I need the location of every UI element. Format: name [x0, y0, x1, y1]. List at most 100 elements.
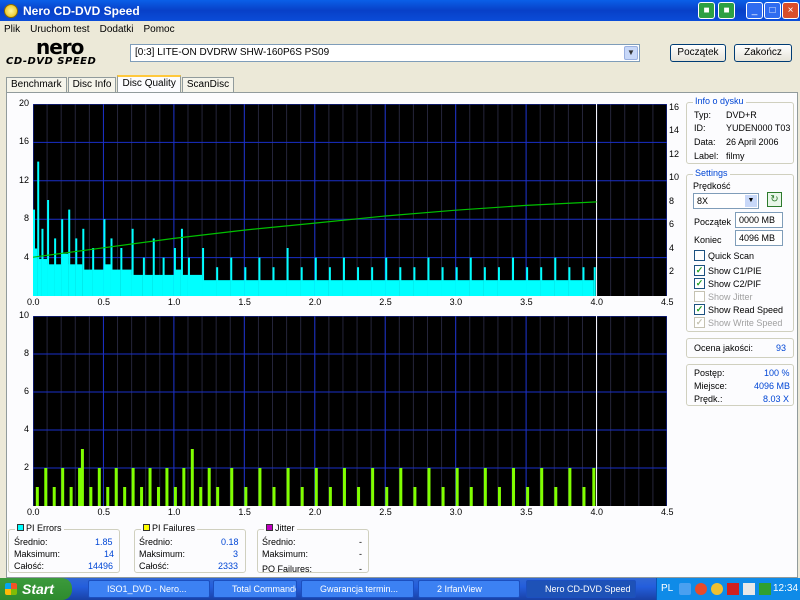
x-tick-label: 2.5: [379, 297, 392, 307]
start-label: Start: [22, 581, 54, 597]
show-c2-label: Show C2/PIF: [708, 278, 762, 289]
pif-max-value: 3: [233, 549, 239, 559]
pie-bar: [180, 228, 183, 296]
pie-bar: [202, 248, 205, 296]
x-tick-label: 1.5: [238, 297, 251, 307]
pif-bar: [427, 468, 431, 506]
pif-bar: [286, 468, 290, 506]
tab-disc-quality[interactable]: Disc Quality: [117, 75, 181, 92]
pie-bar: [371, 267, 374, 296]
show-jitter-label: Show Jitter: [708, 291, 753, 302]
speed-select[interactable]: 8X ▼: [693, 193, 759, 209]
task-irfanview[interactable]: 2 IrfanView: [418, 580, 520, 598]
pie-bar: [483, 267, 486, 296]
pif-bar: [342, 468, 346, 506]
show-c2-checkbox[interactable]: ✓ Show C2/PIF: [694, 278, 761, 289]
nero-logo: nero CD-DVD SPEED: [6, 35, 124, 70]
pie-bar: [314, 257, 317, 296]
pie-fill: [286, 280, 301, 296]
x-tick-label: 0.0: [27, 297, 40, 307]
x-tick-label: 4.0: [590, 507, 604, 517]
pie-bar: [455, 267, 458, 296]
settings-title: Settings: [693, 168, 730, 178]
pie-fill: [272, 280, 287, 296]
jitter-max-value: -: [359, 549, 362, 559]
show-c1-checkbox[interactable]: ✓ Show C1/PIE: [694, 265, 762, 276]
menu-item-plik[interactable]: Plik: [4, 24, 20, 35]
menu-item-pomoc[interactable]: Pomoc: [144, 24, 175, 35]
drive-select[interactable]: [0:3] LITE-ON DVDRW SHW-160P6S PS09 ▼: [130, 44, 640, 62]
tab-benchmark[interactable]: Benchmark: [6, 77, 67, 92]
pif-bar: [526, 487, 530, 506]
maximize-button[interactable]: □: [764, 2, 781, 19]
task-gwarancja[interactable]: Gwarancja termin...: [301, 580, 414, 598]
app-icon: [4, 3, 18, 18]
end-button[interactable]: Zakończ: [734, 44, 792, 62]
start-button-taskbar[interactable]: Start: [0, 578, 72, 600]
pif-bar: [441, 487, 445, 506]
pie-bar: [593, 267, 596, 296]
x-tick-label: 3.0: [449, 297, 463, 307]
chevron-down-icon[interactable]: ▼: [745, 195, 757, 207]
clock[interactable]: 12:34: [773, 583, 798, 594]
speed-readout-label: Prędk.:: [694, 394, 723, 404]
extra-icon-1[interactable]: ■: [698, 2, 715, 19]
range-end-input[interactable]: 4096 MB: [735, 230, 783, 246]
type-value: DVD+R: [726, 110, 757, 120]
pie-bar: [41, 228, 44, 296]
x-tick-label: 0.5: [97, 507, 110, 517]
pif-bar: [244, 487, 248, 506]
chevron-down-icon[interactable]: ▼: [624, 46, 638, 60]
menu-item-dodatki[interactable]: Dodatki: [100, 24, 134, 35]
pie-bar: [582, 267, 585, 296]
pif-bar: [592, 468, 596, 506]
tray-icon-6[interactable]: [759, 583, 771, 595]
quick-scan-checkbox[interactable]: Quick Scan: [694, 250, 754, 261]
drive-value: [0:3] LITE-ON DVDRW SHW-160P6S PS09: [135, 47, 330, 58]
pie-bar: [497, 267, 500, 296]
task-nero-cd-dvd-speed[interactable]: Nero CD-DVD Speed: [526, 580, 636, 598]
pif-bar: [582, 487, 586, 506]
tray-icon-5[interactable]: [743, 583, 755, 595]
pie-avg-label: Średnio:: [14, 537, 48, 547]
language-indicator[interactable]: PL: [661, 583, 673, 594]
show-read-speed-checkbox[interactable]: ✓ Show Read Speed: [694, 304, 783, 315]
pif-bar: [69, 487, 73, 506]
tray-icon-1[interactable]: [679, 583, 691, 595]
pif-bar: [123, 487, 127, 506]
logo-nero: nero: [36, 35, 84, 59]
pie-bar: [47, 200, 50, 296]
tray-icon-2[interactable]: [695, 583, 707, 595]
pie-bar: [54, 238, 57, 296]
tray-icon-3[interactable]: [711, 583, 723, 595]
start-button[interactable]: Początek: [670, 44, 726, 62]
pif-bar: [61, 468, 65, 506]
pie-bar: [173, 248, 176, 296]
pie-bar: [162, 257, 165, 296]
pif-bar: [78, 468, 82, 506]
pif-bar: [272, 487, 276, 506]
task-total-commander[interactable]: Total Commander...: [213, 580, 297, 598]
menu-item-uruchom-test[interactable]: Uruchom test: [30, 24, 89, 35]
pie-max-value: 14: [104, 549, 115, 559]
pie-bar: [413, 267, 416, 296]
pif-bar: [357, 487, 361, 506]
pie-max-label: Maksimum:: [14, 549, 61, 559]
pie-bar: [554, 257, 557, 296]
pie-bar: [61, 219, 64, 296]
x-tick-label: 2.0: [308, 297, 322, 307]
tab-disc-info[interactable]: Disc Info: [67, 77, 117, 92]
y-tick-label: 6: [23, 386, 29, 396]
close-button[interactable]: ×: [782, 2, 799, 19]
extra-icon-2[interactable]: ■: [718, 2, 735, 19]
pif-max-label: Maksimum:: [139, 549, 186, 559]
task-iso1-dvd[interactable]: ISO1_DVD - Nero...: [88, 580, 210, 598]
tray-icon-4[interactable]: [727, 583, 739, 595]
pie-bar: [92, 248, 95, 296]
jitter-avg-label: Średnio:: [262, 537, 296, 547]
minimize-button[interactable]: _: [746, 2, 763, 19]
range-start-input[interactable]: 0000 MB: [735, 212, 783, 228]
range-end-label: Koniec: [694, 235, 722, 245]
refresh-icon[interactable]: ↻: [767, 192, 782, 207]
tab-scandisc[interactable]: ScanDisc: [181, 77, 235, 92]
